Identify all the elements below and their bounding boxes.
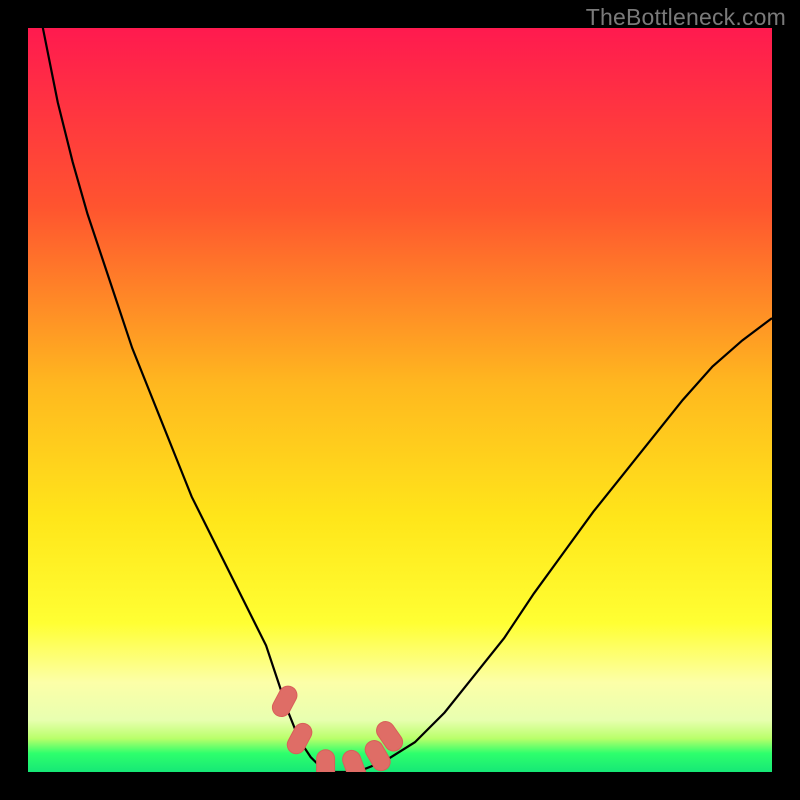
gradient-background xyxy=(28,28,772,772)
watermark-text: TheBottleneck.com xyxy=(586,4,786,31)
plot-area xyxy=(28,28,772,772)
chart-svg xyxy=(28,28,772,772)
outer-frame: TheBottleneck.com xyxy=(0,0,800,800)
curve-marker xyxy=(317,750,335,772)
